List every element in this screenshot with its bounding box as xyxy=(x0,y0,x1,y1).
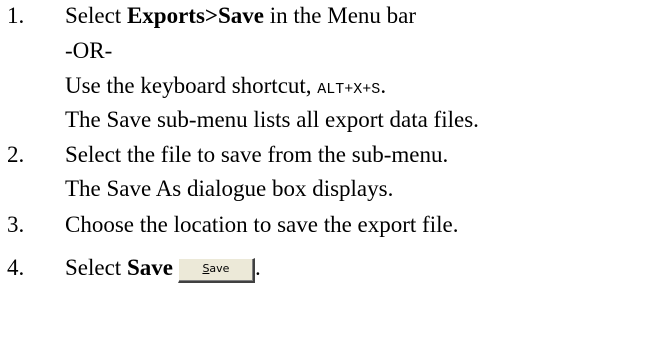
step-2-number: 2. xyxy=(7,142,25,167)
step-1-text: Select Exports>Save in the Menu bar xyxy=(65,2,416,30)
step-3-text: Choose the location to save the export f… xyxy=(65,212,459,237)
shortcut-line: Use the keyboard shortcut, ALT+X+S. xyxy=(65,72,386,104)
step-2-note: The Save As dialogue box displays. xyxy=(65,176,394,201)
instruction-list: 1. Select Exports>Save in the Menu bar -… xyxy=(0,0,645,349)
step-1-number: 1. xyxy=(7,3,25,28)
step-4-text: Select Save Save. xyxy=(65,254,261,284)
step-1-suffix: in the Menu bar xyxy=(264,3,417,28)
step-1-prefix: Select xyxy=(65,3,127,28)
step-3-number: 3. xyxy=(7,212,25,237)
menu-path: Exports>Save xyxy=(126,3,265,28)
shortcut-prefix: Use the keyboard shortcut, xyxy=(65,73,318,98)
step-4-prefix: Select xyxy=(65,255,127,280)
step-4-suffix: . xyxy=(254,255,261,280)
step-4-bold: Save xyxy=(126,255,173,280)
step-1-note: The Save sub-menu lists all export data … xyxy=(65,107,479,132)
save-button-label: ave xyxy=(209,262,230,276)
keyboard-shortcut: ALT+X+S xyxy=(317,81,381,98)
step-2-text: Select the file to save from the sub-men… xyxy=(65,142,449,167)
shortcut-suffix: . xyxy=(380,73,387,98)
or-separator: -OR- xyxy=(65,38,113,63)
step-4-number: 4. xyxy=(7,255,25,280)
save-button[interactable]: Save xyxy=(177,258,255,284)
